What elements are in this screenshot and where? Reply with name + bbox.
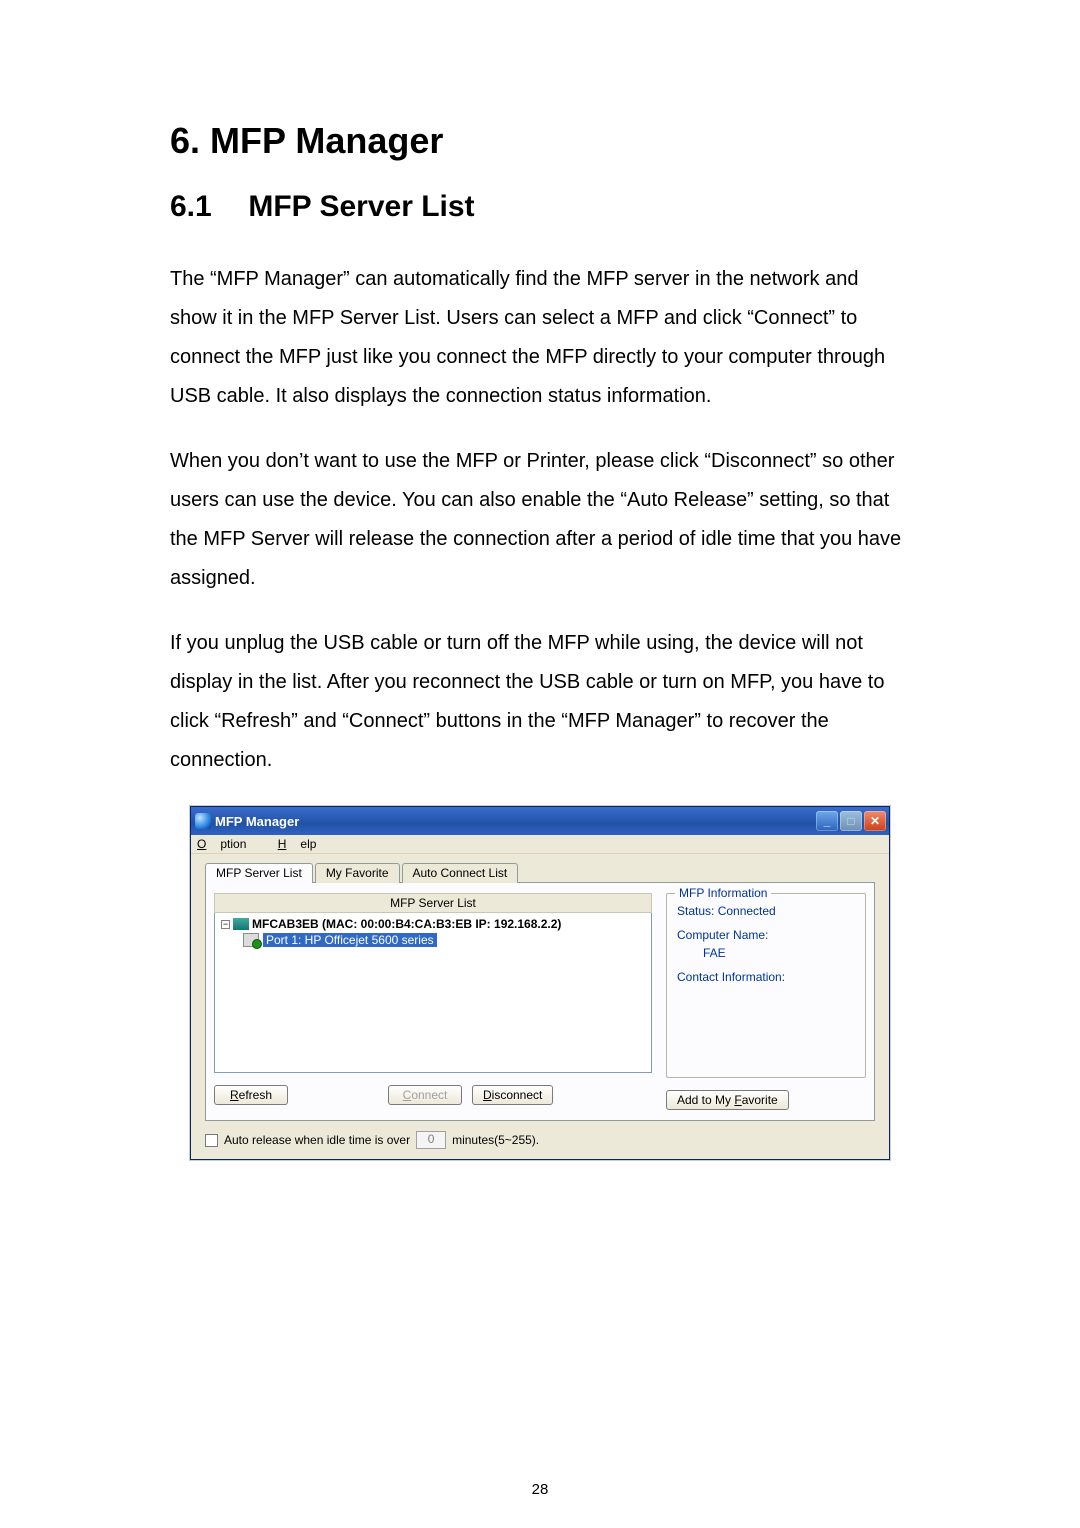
tree-server-row[interactable]: − MFCAB3EB (MAC: 00:00:B4:CA:B3:EB IP: 1… <box>221 917 645 931</box>
page-number: 28 <box>0 1481 1080 1498</box>
port-label: Port 1: HP Officejet 5600 series <box>263 933 437 947</box>
heading-section: 6.1 MFP Server List <box>170 190 910 224</box>
tab-panel: MFP Server List − MFCAB3EB (MAC: 00:00:B… <box>205 882 875 1121</box>
close-button[interactable]: ✕ <box>864 811 886 831</box>
tree-port-row[interactable]: Port 1: HP Officejet 5600 series <box>243 933 645 947</box>
minimize-button[interactable]: _ <box>816 811 838 831</box>
disconnect-button[interactable]: Disconnect <box>472 1085 553 1105</box>
printer-icon <box>243 933 259 947</box>
dialog-body: MFP Server List My Favorite Auto Connect… <box>191 854 889 1159</box>
button-row: Refresh Connect Disconnect <box>214 1085 652 1105</box>
tab-my-favorite[interactable]: My Favorite <box>315 863 400 883</box>
refresh-button[interactable]: Refresh <box>214 1085 288 1105</box>
menu-option[interactable]: Option <box>197 837 260 851</box>
paragraph: The “MFP Manager” can automatically find… <box>170 260 910 416</box>
paragraph: If you unplug the USB cable or turn off … <box>170 624 910 780</box>
info-column: MFP Information Status: Connected Comput… <box>666 893 866 1110</box>
tab-auto-connect-list[interactable]: Auto Connect List <box>402 863 519 883</box>
auto-release-label-before: Auto release when idle time is over <box>224 1133 410 1147</box>
heading-section-title: MFP Server List <box>248 190 474 223</box>
tab-mfp-server-list[interactable]: MFP Server List <box>205 863 313 883</box>
status-line: Status: Connected <box>677 904 855 918</box>
heading-section-number: 6.1 <box>170 190 240 224</box>
group-legend: MFP Information <box>675 886 771 900</box>
menubar: Option Help <box>191 835 889 854</box>
maximize-button[interactable]: □ <box>840 811 862 831</box>
mfp-information-group: MFP Information Status: Connected Comput… <box>666 893 866 1078</box>
server-list-column: MFP Server List − MFCAB3EB (MAC: 00:00:B… <box>214 893 652 1110</box>
screenshot-embed: MFP Manager _ □ ✕ Option Help MFP Server… <box>190 806 890 1160</box>
auto-release-label-after: minutes(5~255). <box>452 1133 539 1147</box>
server-tree[interactable]: − MFCAB3EB (MAC: 00:00:B4:CA:B3:EB IP: 1… <box>214 913 652 1073</box>
heading-chapter: 6. MFP Manager <box>170 120 910 162</box>
paragraph: When you don’t want to use the MFP or Pr… <box>170 442 910 598</box>
auto-release-checkbox[interactable] <box>205 1134 218 1147</box>
menu-help[interactable]: Help <box>278 837 317 851</box>
auto-release-row: Auto release when idle time is over 0 mi… <box>205 1131 875 1149</box>
auto-release-minutes-input[interactable]: 0 <box>416 1131 446 1149</box>
tabstrip: MFP Server List My Favorite Auto Connect… <box>205 863 875 883</box>
window-controls: _ □ ✕ <box>816 811 886 831</box>
computer-name-value: FAE <box>703 946 855 960</box>
computer-name-label: Computer Name: <box>677 928 855 942</box>
server-icon <box>233 918 249 930</box>
add-to-favorite-button[interactable]: Add to My Favorite <box>666 1090 789 1110</box>
connect-button[interactable]: Connect <box>388 1085 462 1105</box>
app-icon <box>195 813 211 829</box>
server-list-header: MFP Server List <box>214 893 652 913</box>
contact-info-label: Contact Information: <box>677 970 855 984</box>
window-title: MFP Manager <box>215 814 812 829</box>
mfp-manager-dialog: MFP Manager _ □ ✕ Option Help MFP Server… <box>190 806 890 1160</box>
server-label: MFCAB3EB (MAC: 00:00:B4:CA:B3:EB IP: 192… <box>252 917 561 931</box>
titlebar: MFP Manager _ □ ✕ <box>191 807 889 835</box>
collapse-icon[interactable]: − <box>221 920 230 929</box>
